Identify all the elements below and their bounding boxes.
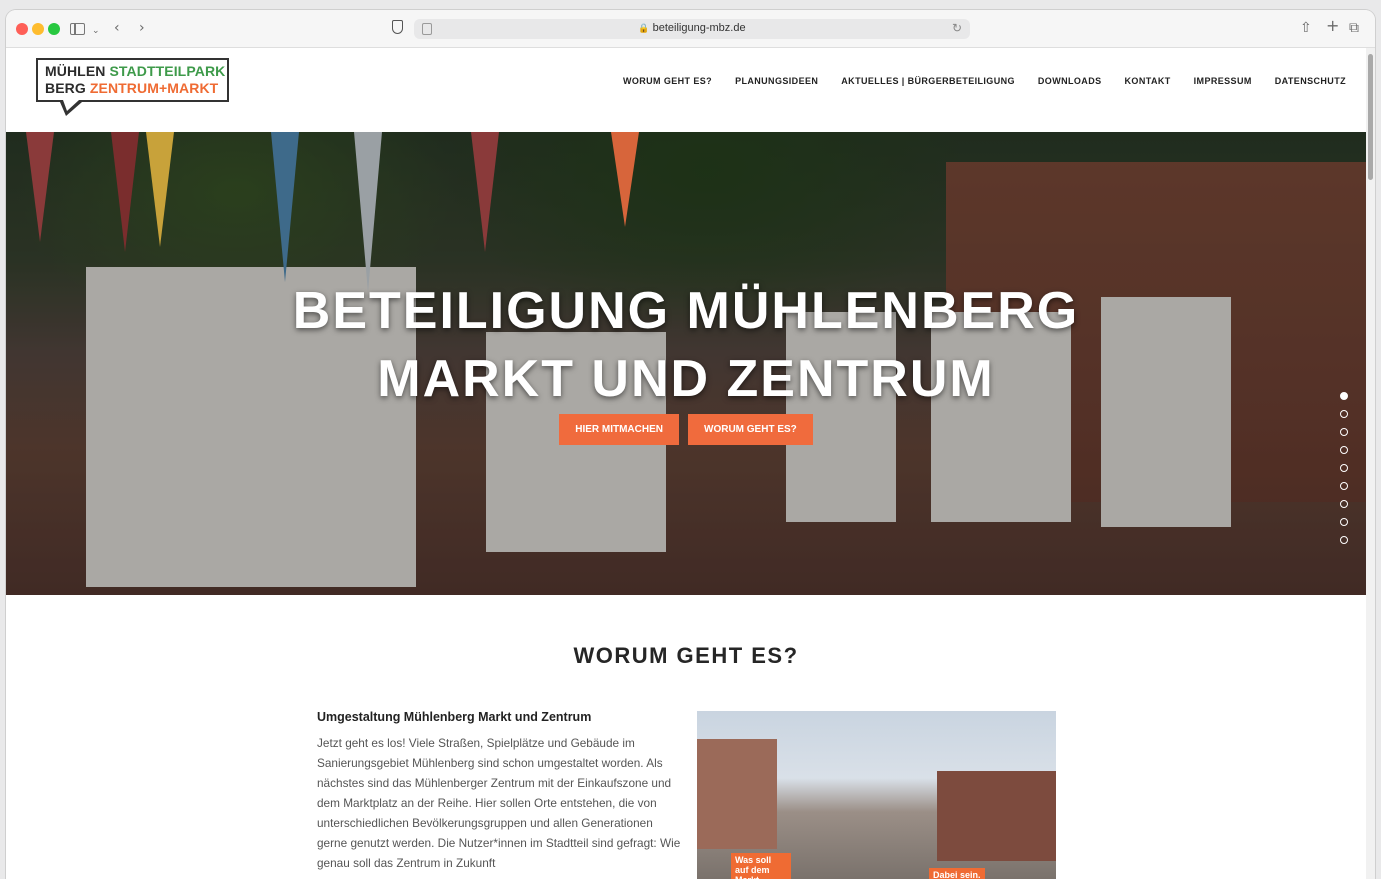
minimize-window-button[interactable] [32, 23, 44, 35]
logo-word-zentrum-markt: ZENTRUM+MARKT [89, 80, 219, 96]
worum-geht-es-button[interactable]: WORUM GEHT ES? [688, 414, 813, 445]
forward-arrow-icon[interactable]: › [139, 19, 145, 37]
address-bar[interactable]: 🔒 beteiligung-mbz.de ↻ [414, 19, 970, 39]
sidebar-icon[interactable] [70, 23, 85, 35]
chevron-down-icon[interactable]: ⌄ [92, 22, 100, 40]
privacy-shield-icon[interactable] [392, 20, 403, 34]
browser-window: ⌄ ‹ › 🔒 beteiligung-mbz.de ↻ ⇧ + ⧉ MÜHLEN… [6, 10, 1375, 879]
photo-building-right [937, 771, 1056, 861]
logo-word-berg: BERG [45, 80, 86, 96]
lock-icon: 🔒 [638, 23, 650, 33]
scrollbar-thumb[interactable] [1368, 54, 1373, 180]
slider-dots [1340, 392, 1348, 544]
article-heading: Umgestaltung Mühlenberg Markt und Zentru… [317, 710, 592, 724]
pennant-flag [611, 132, 639, 227]
nav-downloads[interactable]: DOWNLOADS [1038, 76, 1102, 86]
hero-title-line2: MARKT UND ZENTRUM [377, 350, 995, 408]
reload-icon[interactable]: ↻ [952, 21, 962, 35]
pennant-flag [146, 132, 174, 247]
pennant-flag [471, 132, 499, 252]
site-logo[interactable]: MÜHLEN STADTTEILPARK BERG ZENTRUM+MARKT [36, 58, 229, 116]
article-body: Jetzt geht es los! Viele Straßen, Spielp… [317, 736, 681, 870]
hero-slider: BETEILIGUNG MÜHLENBERG MARKT UND ZENTRUM… [6, 132, 1366, 595]
logo-word-muehlen: MÜHLEN [45, 63, 106, 79]
logo-word-stadtteilpark: STADTTEILPARK [109, 63, 226, 79]
pennant-flag [354, 132, 382, 292]
hero-title: BETEILIGUNG MÜHLENBERG MARKT UND ZENTRUM [6, 277, 1366, 413]
pennant-flag [111, 132, 139, 252]
site-header: MÜHLEN STADTTEILPARK BERG ZENTRUM+MARKT … [6, 48, 1366, 132]
slider-dot[interactable] [1340, 500, 1348, 508]
new-tab-icon[interactable]: + [1326, 17, 1339, 35]
slider-dot[interactable] [1340, 392, 1348, 400]
close-window-button[interactable] [16, 23, 28, 35]
zoom-window-button[interactable] [48, 23, 60, 35]
nav-planungsideen[interactable]: PLANUNGSIDEEN [735, 76, 818, 86]
slider-dot[interactable] [1340, 410, 1348, 418]
hier-mitmachen-button[interactable]: HIER MITMACHEN [559, 414, 679, 445]
main-nav: WORUM GEHT ES? PLANUNGSIDEEN AKTUELLES |… [623, 76, 1346, 86]
nav-impressum[interactable]: IMPRESSUM [1194, 76, 1252, 86]
back-arrow-icon[interactable]: ‹ [114, 19, 120, 37]
photo-label-left: Was soll auf dem Markt [731, 853, 791, 879]
browser-toolbar: ⌄ ‹ › 🔒 beteiligung-mbz.de ↻ ⇧ + ⧉ [6, 10, 1375, 48]
logo-speech-tail-inner [63, 100, 79, 111]
slider-dot[interactable] [1340, 464, 1348, 472]
url-text: beteiligung-mbz.de [652, 22, 746, 34]
page-scrollbar[interactable] [1366, 48, 1375, 879]
photo-label-right: Dabei sein. [929, 868, 985, 879]
pennant-flag [271, 132, 299, 282]
article: Umgestaltung Mühlenberg Markt und Zentru… [317, 710, 682, 873]
tab-overview-icon[interactable]: ⧉ [1349, 19, 1359, 37]
pennant-flag [26, 132, 54, 242]
share-icon[interactable]: ⇧ [1300, 19, 1312, 37]
nav-aktuelles[interactable]: AKTUELLES | BÜRGERBETEILIGUNG [841, 76, 1015, 86]
hero-buttons: HIER MITMACHEN WORUM GEHT ES? [6, 414, 1366, 445]
slider-dot[interactable] [1340, 482, 1348, 490]
article-photo: Was soll auf dem Markt Dabei sein. [697, 711, 1056, 879]
hero-title-line1: BETEILIGUNG MÜHLENBERG [292, 282, 1080, 340]
nav-datenschutz[interactable]: DATENSCHUTZ [1275, 76, 1346, 86]
slider-dot[interactable] [1340, 446, 1348, 454]
slider-dot[interactable] [1340, 428, 1348, 436]
section-title: WORUM GEHT ES? [573, 643, 799, 668]
nav-kontakt[interactable]: KONTAKT [1125, 76, 1171, 86]
slider-dot[interactable] [1340, 536, 1348, 544]
nav-worum-geht-es[interactable]: WORUM GEHT ES? [623, 76, 712, 86]
slider-dot[interactable] [1340, 518, 1348, 526]
photo-building-left [697, 739, 777, 849]
